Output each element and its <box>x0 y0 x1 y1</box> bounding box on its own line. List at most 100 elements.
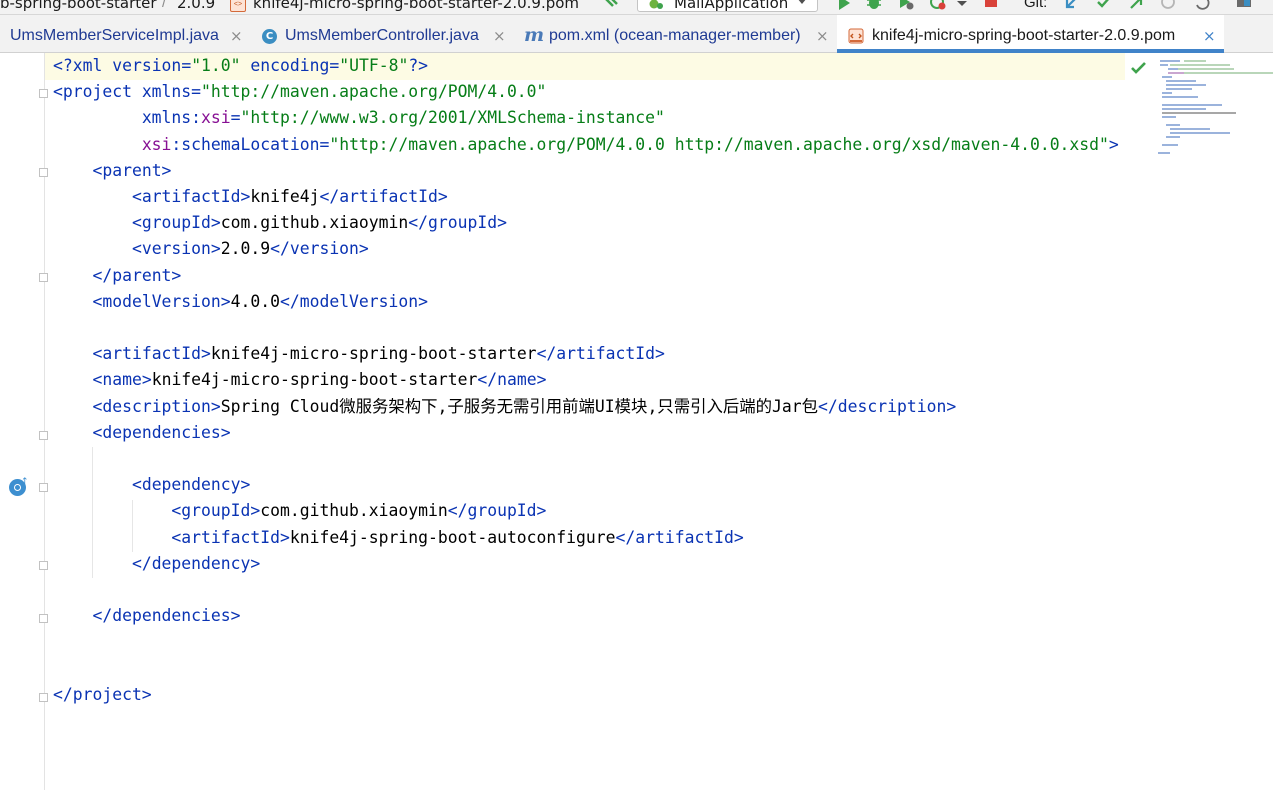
profile-icon[interactable] <box>930 0 946 10</box>
code-token: = <box>230 108 241 128</box>
code-line[interactable]: </dependencies> <box>53 603 241 629</box>
spring-boot-icon <box>649 0 663 9</box>
code-line[interactable]: xmlns:xsi="http://www.w3.org/2001/XMLSch… <box>53 105 665 131</box>
fold-toggle-icon[interactable] <box>39 431 48 440</box>
stop-icon[interactable] <box>984 0 1000 10</box>
code-token: "http://maven.apache.org/POM/4.0.0 http:… <box>329 134 1109 154</box>
inspection-ok-check-icon[interactable] <box>1131 62 1146 74</box>
close-icon[interactable]: × <box>816 27 829 45</box>
code-line[interactable]: <project xmlns="http://maven.apache.org/… <box>53 79 546 105</box>
fold-toggle-icon[interactable] <box>39 273 48 282</box>
code-token: <artifactId> <box>171 527 290 547</box>
code-line[interactable]: </parent> <box>53 263 181 289</box>
git-update-icon[interactable] <box>1064 0 1080 10</box>
git-push-icon[interactable] <box>1128 0 1144 10</box>
code-token: <groupId> <box>171 501 261 521</box>
tab-knife4j-micro-pom[interactable]: knife4j-micro-spring-boot-starter-2.0.9.… <box>837 15 1224 53</box>
code-line[interactable]: <name>knife4j-micro-spring-boot-starter<… <box>53 367 546 393</box>
run-configuration-select[interactable]: MallApplication <box>637 0 818 12</box>
code-token: </dependency> <box>131 553 261 573</box>
build-hammer-icon[interactable] <box>603 0 619 10</box>
code-line[interactable]: <dependency> <box>53 472 250 498</box>
fold-toggle-icon[interactable] <box>39 89 48 98</box>
rollback-icon[interactable] <box>1194 0 1210 10</box>
tab-ums-member-controller[interactable]: C UmsMemberController.java × <box>251 15 513 52</box>
run-icon[interactable] <box>836 0 852 10</box>
arrow-up-icon: ↑ <box>21 477 29 487</box>
code-token: <artifactId> <box>92 344 211 364</box>
code-token: </modelVersion> <box>279 291 429 311</box>
close-icon[interactable]: × <box>1203 27 1216 45</box>
code-line[interactable]: </dependency> <box>53 551 260 577</box>
code-line[interactable]: <artifactId>knife4j</artifactId> <box>53 184 448 210</box>
fold-toggle-icon[interactable] <box>39 614 48 623</box>
code-token: "1.0" <box>191 56 241 75</box>
code-line[interactable]: <?xml version="1.0" encoding="UTF-8"?> <box>53 53 428 79</box>
code-line[interactable]: <artifactId>knife4j-micro-spring-boot-st… <box>53 341 665 367</box>
code-token: com.github.xiaoymin <box>220 213 409 233</box>
code-token: "http://www.w3.org/2001/XMLSchema-instan… <box>240 108 665 128</box>
code-line[interactable]: <description>Spring Cloud微服务架构下,子服务无需引用前… <box>53 394 956 420</box>
fold-toggle-icon[interactable] <box>39 483 48 492</box>
code-token: </artifactId> <box>319 187 448 206</box>
code-token: 2.0.9 <box>220 239 271 259</box>
code-token: </name> <box>477 370 547 390</box>
coverage-icon[interactable] <box>898 0 914 10</box>
breadcrumb-version[interactable]: 2.0.9 <box>177 0 215 12</box>
fold-toggle-icon[interactable] <box>39 561 48 570</box>
code-token: = <box>329 56 340 75</box>
chevron-down-icon[interactable] <box>956 0 968 10</box>
layout-icon[interactable] <box>1236 0 1252 10</box>
code-line[interactable]: <version>2.0.9</version> <box>53 236 369 262</box>
debug-icon[interactable] <box>866 0 882 10</box>
code-token: xmlns <box>141 82 192 102</box>
fold-toggle-icon[interactable] <box>39 693 48 702</box>
code-line[interactable]: </project> <box>53 682 152 708</box>
tab-label: UmsMemberController.java <box>285 27 479 44</box>
code-line[interactable]: <modelVersion>4.0.0</modelVersion> <box>53 289 428 315</box>
code-token: </artifactId> <box>536 344 665 364</box>
code-token: </groupId> <box>447 501 547 521</box>
code-line[interactable]: <groupId>com.github.xiaoymin</groupId> <box>53 210 507 236</box>
code-token: </dependencies> <box>92 606 241 626</box>
code-line[interactable]: <groupId>com.github.xiaoymin</groupId> <box>53 498 546 524</box>
code-token: knife4j <box>250 187 320 206</box>
git-commit-icon[interactable] <box>1096 0 1112 10</box>
close-icon[interactable]: × <box>493 27 506 45</box>
code-token: "http://maven.apache.org/POM/4.0.0" <box>201 82 547 102</box>
code-token: encoding <box>250 56 330 75</box>
code-token: "UTF-8" <box>339 56 409 75</box>
fold-toggle-icon[interactable] <box>39 168 48 177</box>
code-token: <parent> <box>92 160 172 180</box>
code-line[interactable]: xsi:schemaLocation="http://maven.apache.… <box>53 132 1119 158</box>
tab-pom-ocean-manager-member[interactable]: m pom.xml (ocean-manager-member) × <box>514 15 836 52</box>
breadcrumb-module[interactable]: b-spring-boot-starter <box>0 0 157 12</box>
code-token: ?> <box>408 56 429 75</box>
code-token: xmlns <box>141 108 192 128</box>
code-line[interactable]: <parent> <box>53 158 171 184</box>
code-token: = <box>191 82 202 102</box>
breadcrumb-file[interactable]: knife4j-micro-spring-boot-starter-2.0.9.… <box>253 0 579 12</box>
run-configuration-label: MallApplication <box>674 0 789 12</box>
code-token: <version> <box>131 239 221 259</box>
code-token: <? <box>53 56 73 75</box>
close-icon[interactable]: × <box>230 27 243 45</box>
code-line[interactable]: <dependencies> <box>53 420 230 446</box>
pom-file-icon <box>848 28 864 44</box>
code-line[interactable]: <artifactId>knife4j-spring-boot-autoconf… <box>53 525 743 551</box>
history-icon[interactable] <box>1160 0 1176 10</box>
code-minimap[interactable] <box>1156 56 1273 156</box>
maven-icon: m <box>524 24 545 46</box>
code-token: > <box>1108 134 1119 154</box>
code-token: </version> <box>270 239 369 259</box>
tab-ums-member-service-impl[interactable]: UmsMemberServiceImpl.java × <box>0 15 250 52</box>
